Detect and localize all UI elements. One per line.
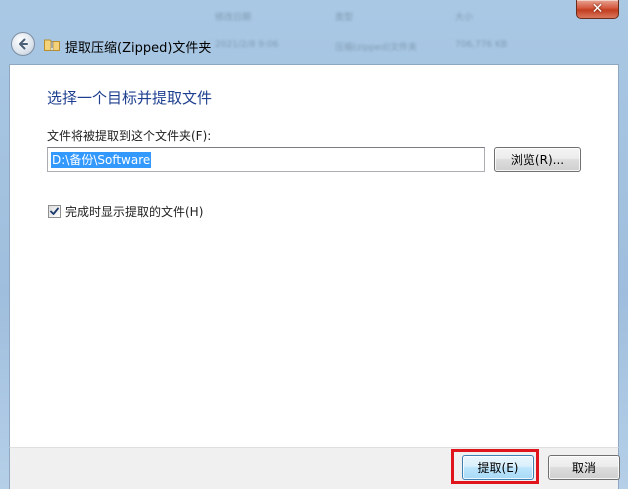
close-button[interactable]: ✕: [576, 0, 619, 19]
bg-fragment: 类型: [335, 13, 354, 23]
destination-path-value: D:\备份\Software: [51, 152, 152, 168]
close-icon: ✕: [591, 1, 604, 17]
show-files-option[interactable]: 完成时显示提取的文件(H): [48, 203, 203, 220]
destination-path-input[interactable]: D:\备份\Software: [47, 147, 485, 172]
cancel-button[interactable]: 取消: [548, 455, 620, 480]
navigation-bar: 提取压缩(Zipped)文件夹: [0, 28, 628, 62]
back-button[interactable]: [11, 32, 35, 56]
browse-button[interactable]: 浏览(R)...: [494, 147, 581, 172]
checkmark-icon: [50, 207, 59, 215]
content-panel: 选择一个目标并提取文件 文件将被提取到这个文件夹(F): D:\备份\Softw…: [9, 64, 619, 447]
zip-folder-icon: [44, 39, 60, 51]
back-arrow-icon: [19, 38, 28, 50]
destination-label: 文件将被提取到这个文件夹(F):: [47, 129, 212, 143]
show-files-checkbox[interactable]: [48, 205, 61, 218]
extract-dialog-window: 修改日期 类型 大小 2021/2/8 9:06 压缩(zipped)文件夹 7…: [0, 0, 628, 489]
bg-fragment: 修改日期: [215, 13, 252, 23]
bg-fragment: 大小: [455, 13, 474, 23]
page-heading: 选择一个目标并提取文件: [47, 89, 213, 107]
show-files-label: 完成时显示提取的文件(H): [65, 205, 204, 219]
dialog-title: 提取压缩(Zipped)文件夹: [65, 41, 212, 56]
annotation-highlight-box: [451, 449, 539, 484]
